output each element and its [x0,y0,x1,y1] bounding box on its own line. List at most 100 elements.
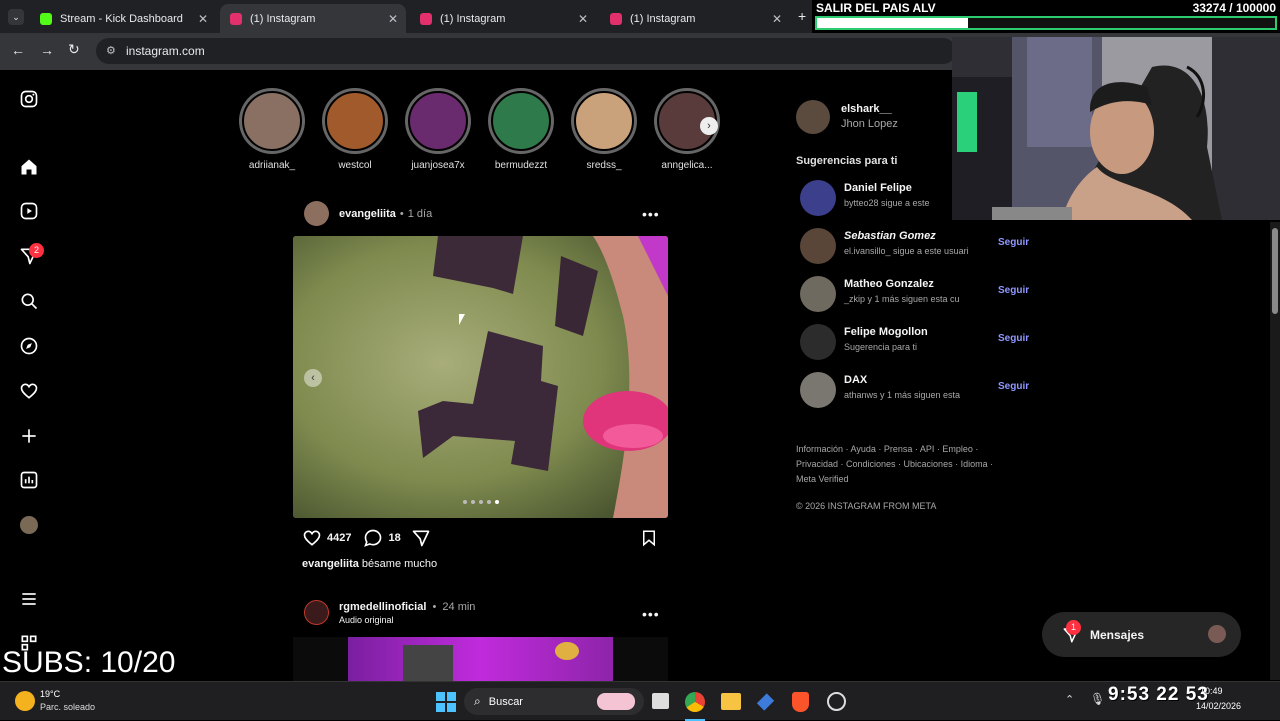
weather-desc[interactable]: Parc. soleado [40,702,95,712]
suggestion-avatar[interactable] [800,228,836,264]
heart-icon[interactable] [18,380,40,402]
close-icon[interactable]: ✕ [772,12,782,26]
close-icon[interactable]: ✕ [578,12,588,26]
close-icon[interactable]: ✕ [198,12,208,26]
share-icon[interactable] [411,528,431,548]
like-count[interactable]: 4427 [327,532,351,544]
windows-start-icon[interactable] [436,692,456,712]
tab-instagram[interactable]: (1) Instagram ✕ [410,4,596,33]
weather-temp[interactable]: 19°C [40,689,60,699]
follow-button[interactable]: Seguir [998,285,1029,296]
tab-label: Stream - Kick Dashboard [60,12,183,25]
post-header: evangeliita • 1 día [304,201,432,226]
story-item[interactable]: sredss_ [569,88,639,171]
comment-count[interactable]: 18 [388,532,400,544]
suggestion-name[interactable]: Daniel Felipe [844,182,912,194]
suggestion-name[interactable]: Sebastian Gomez [844,230,936,242]
follow-button[interactable]: Seguir [998,237,1029,248]
story-item[interactable]: juanjosea7x [403,88,473,171]
carousel-prev-button[interactable]: ‹ [304,369,322,387]
suggestion-avatar[interactable] [800,324,836,360]
file-explorer-icon[interactable] [721,693,741,710]
post-avatar[interactable] [304,600,329,625]
chrome-icon[interactable] [685,692,705,712]
app-icon[interactable] [756,693,775,711]
chevron-up-icon[interactable]: ⌃ [1065,693,1074,706]
tab-instagram-active[interactable]: (1) Instagram ✕ [220,4,406,33]
obs-icon[interactable] [827,692,846,711]
clock-date[interactable]: 14/02/2026 [1196,701,1241,711]
post-time: 1 día [407,207,433,220]
footer-line[interactable]: Meta Verified [796,472,993,487]
instagram-logo-icon[interactable] [18,88,40,110]
back-icon[interactable]: ← [11,42,25,58]
suggestion-name[interactable]: Matheo Gonzalez [844,278,934,290]
post-media[interactable]: ‹ [293,236,668,518]
post-media[interactable] [293,637,668,681]
messages-button[interactable]: 1 Mensajes [1042,612,1241,657]
post-username[interactable]: evangeliita [339,208,396,220]
footer-line[interactable]: Privacidad · Condiciones · Ubicaciones ·… [796,457,993,472]
suggestion-name[interactable]: Felipe Mogollon [844,326,928,338]
follow-button[interactable]: Seguir [998,333,1029,344]
scrollbar-thumb[interactable] [1272,228,1278,314]
story-username: anngelica... [661,160,713,171]
scrollbar[interactable] [1270,222,1280,680]
story-item[interactable]: adriianak_ [237,88,307,171]
suggestion-name[interactable]: DAX [844,374,867,386]
close-icon[interactable]: ✕ [388,12,398,26]
dashboard-icon[interactable] [18,469,40,491]
like-icon[interactable] [302,528,322,548]
goal-progress-bar [815,16,1277,30]
menu-icon[interactable] [18,588,40,610]
more-options-icon[interactable]: ••• [642,206,660,222]
post-audio[interactable]: Audio original [339,615,475,625]
search-highlight-icon [597,693,635,710]
story-item[interactable]: westcol [320,88,390,171]
reels-icon[interactable] [18,200,40,222]
address-bar[interactable]: ⚙ instagram.com [96,38,956,64]
creeper-mask-image [293,236,668,518]
brave-icon[interactable] [792,692,809,712]
suggestion-avatar[interactable] [800,180,836,216]
bookmark-icon[interactable] [640,528,658,548]
search-icon: ⌕ [474,694,481,708]
explore-icon[interactable] [18,335,40,357]
post-username[interactable]: rgmedellinoficial [339,601,426,613]
reload-icon[interactable]: ↻ [68,41,80,58]
suggestion-item: Felipe Mogollon Sugerencia para ti Segui… [800,322,1030,362]
comment-icon[interactable] [363,528,383,548]
home-icon[interactable] [18,156,40,178]
post-avatar[interactable] [304,201,329,226]
story-item[interactable]: bermudezzt [486,88,556,171]
tab-list-button[interactable]: ⌄ [8,9,24,25]
current-username[interactable]: elshark__ [841,103,892,115]
clock-time[interactable]: 10:49 [1200,686,1223,696]
suggestion-sub: bytteo28 sigue a este [844,198,930,208]
messages-label: Mensajes [1090,627,1145,642]
forward-icon[interactable]: → [40,42,54,58]
site-info-icon[interactable]: ⚙ [106,38,116,64]
tab-kick-dashboard[interactable]: Stream - Kick Dashboard ✕ [30,4,216,33]
suggestion-sub: Sugerencia para ti [844,342,918,352]
suggestion-avatar[interactable] [800,372,836,408]
weather-icon[interactable] [15,691,35,711]
search-icon[interactable] [18,290,40,312]
suggestion-avatar[interactable] [800,276,836,312]
more-options-icon[interactable]: ••• [642,606,660,622]
goal-overlay: SALIR DEL PAIS ALV 33274 / 100000 [812,0,1280,33]
taskbar-search[interactable]: ⌕ Buscar [464,688,644,715]
current-user-avatar[interactable] [796,100,830,134]
footer-line[interactable]: Información · Ayuda · Prensa · API · Emp… [796,442,993,457]
task-view-icon[interactable] [652,693,669,709]
new-tab-button[interactable]: + [798,8,806,24]
microphone-icon[interactable]: 🎙 [1090,692,1105,706]
stories-next-button[interactable]: › [700,117,718,135]
instagram-icon [610,12,622,25]
create-icon[interactable] [18,425,40,447]
caption-username[interactable]: evangeliita [302,558,359,570]
profile-avatar[interactable] [20,516,38,534]
tab-instagram[interactable]: (1) Instagram ✕ [600,4,790,33]
follow-button[interactable]: Seguir [998,381,1029,392]
suggestion-sub: _zkip y 1 más siguen esta cu [844,294,960,304]
